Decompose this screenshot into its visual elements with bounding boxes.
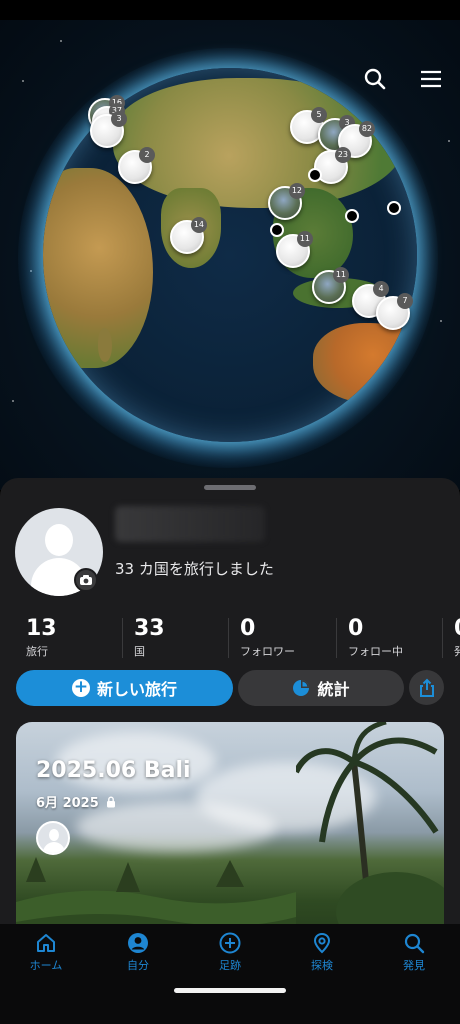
star: [440, 320, 442, 322]
lock-icon: [106, 796, 115, 807]
tab-label: 探検: [311, 959, 333, 972]
stat-value: 0: [454, 616, 460, 642]
search-icon[interactable]: [362, 66, 388, 92]
tab-footprints[interactable]: 足跡: [184, 932, 276, 976]
stats-button[interactable]: 統計: [238, 670, 404, 706]
map-cluster-marker[interactable]: 2: [118, 147, 155, 184]
map-cluster-marker[interactable]: 11: [312, 267, 349, 304]
search-icon: [404, 933, 425, 954]
pie-chart-icon: [293, 680, 310, 696]
rice-terrace-illustration: [16, 857, 296, 928]
stat-label: フォロー中: [348, 645, 403, 658]
map-cluster-marker[interactable]: 7: [376, 293, 413, 330]
status-bar: [0, 0, 460, 20]
divider: [122, 618, 123, 658]
location-pin-icon: [313, 932, 331, 954]
new-trip-label: 新しい旅行: [96, 680, 177, 699]
stat-followers[interactable]: 0 フォロワー: [240, 616, 295, 662]
tab-me[interactable]: 自分: [92, 932, 184, 976]
trip-member-avatar[interactable]: [36, 821, 70, 855]
map-pin-dot[interactable]: [345, 209, 359, 223]
map-pin-dot[interactable]: [270, 223, 284, 237]
stat-value: 13: [26, 616, 57, 641]
palm-tree-illustration: [296, 722, 444, 928]
stat-label: 国: [134, 645, 145, 658]
stats-label: 統計: [317, 680, 350, 699]
username-redacted: [115, 506, 265, 542]
map-cluster-marker[interactable]: 12: [268, 183, 305, 220]
stat-following[interactable]: 0 フォロー中: [348, 616, 403, 662]
star: [448, 140, 450, 142]
tab-discover[interactable]: 発見: [368, 932, 460, 976]
cluster-count: 23: [334, 147, 351, 163]
land-australia: [313, 323, 417, 403]
new-trip-button[interactable]: + 新しい旅行: [16, 670, 233, 706]
trip-card[interactable]: 2025.06 Bali 6月 2025: [16, 722, 444, 928]
stat-label: フォロワー: [240, 645, 295, 658]
cluster-count: 4: [373, 281, 389, 297]
stats-row: 13 旅行 33 国 0 フォロワー 0 フォロー中 0 発: [0, 616, 460, 662]
profile-caption: 33 カ国を旅行しました: [115, 560, 274, 578]
map-cluster-marker[interactable]: 3: [90, 111, 127, 148]
camera-icon[interactable]: [74, 568, 98, 592]
trip-date-label: 6月 2025: [36, 796, 99, 811]
home-icon: [37, 934, 55, 952]
stat-more[interactable]: 0 発: [454, 616, 460, 662]
stat-value: 33: [134, 616, 165, 641]
cluster-count: 11: [332, 267, 349, 283]
cluster-count: 2: [139, 147, 155, 163]
map-cluster-marker[interactable]: 14: [170, 217, 207, 254]
bottom-tab-bar: ホーム 自分 足跡 探検 発見: [0, 924, 460, 1024]
share-icon: [419, 678, 434, 697]
plus-icon: +: [71, 677, 90, 697]
divider: [228, 618, 229, 658]
profile-icon: [128, 933, 148, 953]
cluster-count: 82: [358, 121, 375, 137]
trip-date: 6月 2025: [36, 792, 116, 811]
cluster-count: 7: [397, 293, 413, 309]
stat-value: 0: [348, 616, 364, 641]
land-madagascar: [98, 328, 112, 362]
hamburger-menu-icon[interactable]: [418, 66, 444, 92]
star: [60, 40, 62, 42]
map-pin-dot[interactable]: [387, 201, 401, 215]
stat-trips[interactable]: 13 旅行: [26, 616, 57, 662]
stat-label: 発: [454, 645, 460, 658]
avatar-head: [49, 829, 59, 841]
map-cluster-marker[interactable]: 11: [276, 231, 313, 268]
tab-label: ホーム: [29, 959, 63, 972]
cluster-count: 12: [288, 183, 305, 199]
map-pin-dot[interactable]: [308, 168, 322, 182]
profile-sheet[interactable]: 33 カ国を旅行しました 13 旅行 33 国 0 フォロワー 0 フォロー中 …: [0, 478, 460, 928]
divider: [442, 618, 443, 658]
cluster-count: 3: [111, 111, 127, 127]
tab-explore[interactable]: 探検: [276, 932, 368, 976]
avatar-head: [45, 524, 73, 556]
share-button[interactable]: [409, 670, 444, 705]
trip-title: 2025.06 Bali: [36, 758, 191, 783]
stat-value: 0: [240, 616, 256, 641]
star: [12, 400, 14, 402]
cluster-count: 14: [190, 217, 207, 233]
star: [22, 80, 24, 82]
tab-label: 自分: [127, 959, 149, 972]
divider: [336, 618, 337, 658]
home-indicator[interactable]: [174, 988, 286, 993]
stat-countries[interactable]: 33 国: [134, 616, 165, 662]
add-circle-icon: [219, 932, 241, 954]
tab-label: 足跡: [219, 959, 241, 972]
cluster-count: 11: [296, 231, 313, 247]
sheet-drag-handle[interactable]: [204, 485, 256, 490]
tab-home[interactable]: ホーム: [0, 932, 92, 976]
tab-label: 発見: [403, 959, 425, 972]
stat-label: 旅行: [26, 645, 48, 658]
globe-map[interactable]: 16 37 3 2 14 5 3 82 23 12 11 11 4 7: [0, 20, 460, 490]
